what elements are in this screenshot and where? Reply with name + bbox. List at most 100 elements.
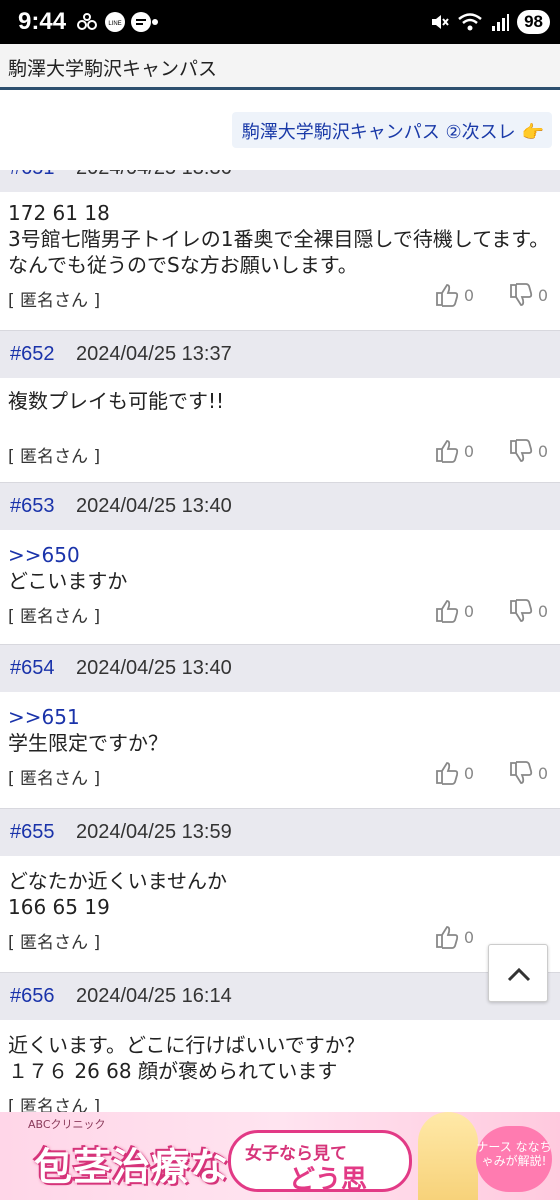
- post-body: >>650 どこいますか: [0, 530, 560, 594]
- thumbs-down-icon: [509, 439, 532, 462]
- reply-anchor-link[interactable]: >>651: [8, 704, 552, 730]
- post-date: 2024/04/25 13:59: [76, 821, 232, 843]
- post-text: 172 61 18: [8, 201, 110, 225]
- dislike-button[interactable]: 0: [508, 760, 548, 786]
- post-header: #651 2024/04/25 13:36: [0, 170, 560, 192]
- post-feed[interactable]: #651 2024/04/25 13:36 172 61 18 3号館七階男子ト…: [0, 170, 560, 1112]
- post-text: なんでも従うのでSな方お願いします。: [8, 253, 358, 277]
- page-header: 駒澤大学駒沢キャンパス: [0, 44, 560, 90]
- post-header: #655 2024/04/25 13:59: [0, 808, 560, 856]
- scroll-to-top-button[interactable]: [488, 944, 548, 1002]
- ad-character-image: [418, 1112, 478, 1200]
- post: #651 2024/04/25 13:36 172 61 18 3号館七階男子ト…: [0, 170, 560, 330]
- post-number[interactable]: #654: [10, 657, 55, 680]
- post-number[interactable]: #651: [10, 170, 55, 180]
- thumbs-up-icon: [435, 440, 458, 463]
- post-footer: [ 匿名さん ] 0 0: [0, 430, 560, 482]
- dislike-count: 0: [537, 285, 548, 305]
- like-button[interactable]: 0: [434, 438, 474, 464]
- dot-icon: [152, 19, 158, 25]
- post: #655 2024/04/25 13:59 どなたか近くいませんか 166 65…: [0, 808, 560, 972]
- line-app-icon: LINE: [105, 12, 125, 32]
- post-body: 172 61 18 3号館七階男子トイレの1番奥で全裸目隠しで待機してます。 な…: [0, 192, 560, 278]
- ad-banner[interactable]: ABCクリニック 包茎治療な 女子なら見て どう思う?! ナース ななちゃみが解…: [0, 1112, 560, 1200]
- ad-clinic-name: ABCクリニック: [28, 1118, 106, 1131]
- like-button[interactable]: 0: [434, 598, 474, 624]
- post-body: 近くいます。どこに行けばいいですか？ １７６ 26 68 顔が褒められています: [0, 1020, 560, 1084]
- signal-icon: [492, 14, 510, 31]
- dislike-count: 0: [537, 441, 548, 461]
- post-date: 2024/04/25 13:37: [76, 343, 232, 365]
- post: #653 2024/04/25 13:40 >>650 どこいますか [ 匿名さ…: [0, 482, 560, 644]
- battery-indicator: 98: [517, 10, 550, 34]
- thumbs-down-icon: [509, 599, 532, 622]
- post-author: [ 匿名さん ]: [8, 447, 101, 467]
- thumbs-up-icon: [435, 284, 458, 307]
- post-text: どこいますか: [8, 569, 128, 593]
- post: #656 2024/04/25 16:14 近くいます。どこに行けばいいですか？…: [0, 972, 560, 1112]
- link-icon: [77, 13, 97, 30]
- post-footer: [ 匿名さん ] 0 0: [0, 594, 560, 644]
- dislike-button[interactable]: 0: [508, 598, 548, 624]
- post-text: 近くいます。どこに行けばいいですか？: [8, 1033, 365, 1057]
- status-time: 9:44: [18, 8, 67, 35]
- status-right-icons: 98: [429, 7, 550, 37]
- post-footer: [ 匿名さん ] 0: [0, 920, 560, 972]
- thumbs-up-icon: [435, 926, 458, 949]
- pointing-hand-icon: 👉: [521, 122, 544, 143]
- thumbs-up-icon: [435, 600, 458, 623]
- dislike-button[interactable]: 0: [508, 282, 548, 308]
- thumbs-up-icon: [435, 762, 458, 785]
- dislike-count: 0: [537, 601, 548, 621]
- post-number[interactable]: #656: [10, 985, 55, 1008]
- post-body: 複数プレイも可能です!!: [0, 378, 560, 430]
- post-date: 2024/04/25 13:40: [76, 657, 232, 679]
- like-count: 0: [463, 601, 474, 621]
- post-text: 166 65 19: [8, 895, 110, 919]
- reply-anchor-link[interactable]: >>650: [8, 542, 552, 568]
- status-bar: 9:44 LINE 98: [0, 0, 560, 44]
- post-body: どなたか近くいませんか 166 65 19: [0, 856, 560, 920]
- post-number[interactable]: #652: [10, 343, 55, 366]
- next-thread-label: 駒澤大学駒沢キャンパス ②次スレ: [241, 122, 516, 143]
- like-count: 0: [463, 927, 474, 947]
- post-header: #653 2024/04/25 13:40: [0, 482, 560, 530]
- post-header: #652 2024/04/25 13:37: [0, 330, 560, 378]
- wifi-icon: [458, 13, 482, 31]
- post: #652 2024/04/25 13:37 複数プレイも可能です!! [ 匿名さ…: [0, 330, 560, 482]
- post-body: >>651 学生限定ですか？: [0, 692, 560, 756]
- chat-icon: [131, 12, 151, 32]
- dislike-count: 0: [537, 763, 548, 783]
- post-author: [ 匿名さん ]: [8, 291, 101, 311]
- like-button[interactable]: 0: [434, 760, 474, 786]
- post-author: [ 匿名さん ]: [8, 607, 101, 627]
- post-number[interactable]: #653: [10, 495, 55, 518]
- post-footer: [ 匿名さん ] 0 0: [0, 278, 560, 318]
- ad-speech-bubble: 女子なら見て どう思う?!: [228, 1130, 412, 1195]
- post-date: 2024/04/25 13:40: [76, 495, 232, 517]
- like-count: 0: [463, 763, 474, 783]
- svg-text:LINE: LINE: [108, 21, 121, 27]
- like-button[interactable]: 0: [434, 282, 474, 308]
- like-count: 0: [463, 285, 474, 305]
- post-date: 2024/04/25 16:14: [76, 985, 232, 1007]
- post-number[interactable]: #655: [10, 821, 55, 844]
- thumbs-down-icon: [509, 761, 532, 784]
- ad-badge: ナース ななちゃみが解説!: [476, 1126, 552, 1192]
- like-count: 0: [463, 441, 474, 461]
- post-author: [ 匿名さん ]: [8, 1097, 101, 1112]
- post-text: どなたか近くいませんか: [8, 869, 227, 893]
- dislike-button[interactable]: 0: [508, 438, 548, 464]
- post-header: #654 2024/04/25 13:40: [0, 644, 560, 692]
- post-author: [ 匿名さん ]: [8, 769, 101, 789]
- post-text: 学生限定ですか？: [8, 731, 168, 755]
- ad-bubble-question: どう思う?!: [289, 1165, 368, 1195]
- post-footer: [ 匿名さん ]: [0, 1084, 560, 1112]
- page-title[interactable]: 駒澤大学駒沢キャンパス: [8, 54, 217, 81]
- post-date: 2024/04/25 13:36: [76, 170, 232, 180]
- mute-icon: [432, 15, 449, 29]
- next-thread-link[interactable]: 駒澤大学駒沢キャンパス ②次スレ 👉: [231, 112, 552, 148]
- post: #654 2024/04/25 13:40 >>651 学生限定ですか？ [ 匿…: [0, 644, 560, 808]
- like-button[interactable]: 0: [434, 924, 474, 950]
- ad-headline: 包茎治療な: [34, 1145, 230, 1189]
